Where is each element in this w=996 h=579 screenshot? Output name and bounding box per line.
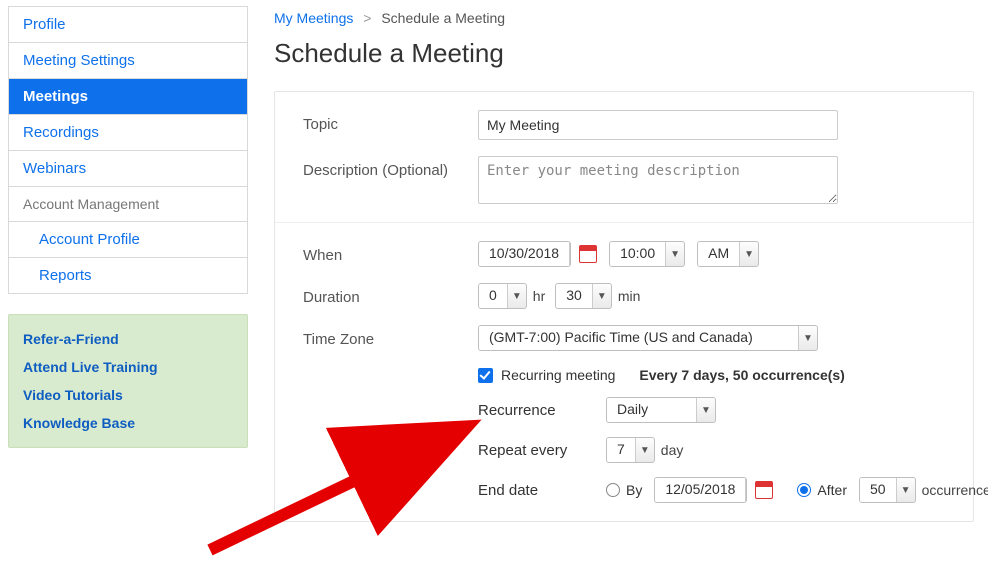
sidebar-item-profile[interactable]: Profile bbox=[9, 7, 247, 43]
breadcrumb-root[interactable]: My Meetings bbox=[274, 10, 353, 26]
when-ampm-value: AM bbox=[698, 242, 740, 266]
sidebar-item-meetings[interactable]: Meetings bbox=[9, 79, 247, 115]
calendar-icon[interactable] bbox=[579, 245, 597, 263]
chevron-down-icon: ▼ bbox=[508, 284, 526, 308]
recurring-label: Recurring meeting bbox=[501, 367, 615, 383]
repeat-value-select[interactable]: 7 ▼ bbox=[606, 437, 655, 463]
enddate-label: End date bbox=[478, 482, 606, 499]
topic-input[interactable] bbox=[478, 110, 838, 140]
help-links-box: Refer-a-Friend Attend Live Training Vide… bbox=[8, 314, 248, 448]
duration-label: Duration bbox=[303, 283, 478, 306]
repeat-label: Repeat every bbox=[478, 442, 606, 459]
topic-label: Topic bbox=[303, 110, 478, 133]
calendar-icon[interactable] bbox=[755, 481, 773, 499]
hour-unit: hr bbox=[533, 288, 545, 304]
help-link-attend-live-training[interactable]: Attend Live Training bbox=[23, 359, 233, 375]
help-link-knowledge-base[interactable]: Knowledge Base bbox=[23, 415, 233, 431]
duration-min-select[interactable]: 30 ▼ bbox=[555, 283, 612, 309]
min-unit: min bbox=[618, 288, 641, 304]
sidebar-item-meeting-settings[interactable]: Meeting Settings bbox=[9, 43, 247, 79]
duration-hour-select[interactable]: 0 ▼ bbox=[478, 283, 527, 309]
description-input[interactable] bbox=[478, 156, 838, 204]
when-date-value: 10/30/2018 bbox=[479, 242, 570, 266]
timezone-value: (GMT-7:00) Pacific Time (US and Canada) bbox=[479, 326, 799, 350]
duration-min-value: 30 bbox=[556, 284, 593, 308]
when-hour-value: 10:00 bbox=[610, 242, 666, 266]
chevron-down-icon: ▼ bbox=[897, 478, 915, 502]
help-link-refer-a-friend[interactable]: Refer-a-Friend bbox=[23, 331, 233, 347]
sidebar-item-account-profile[interactable]: Account Profile bbox=[9, 222, 247, 258]
recurring-summary: Every 7 days, 50 occurrence(s) bbox=[639, 367, 844, 383]
end-after-label: After bbox=[817, 482, 847, 498]
recurrence-label: Recurrence bbox=[478, 402, 606, 419]
sidebar-nav: Profile Meeting Settings Meetings Record… bbox=[8, 6, 248, 294]
chevron-down-icon: ▼ bbox=[666, 242, 684, 266]
end-after-value-select[interactable]: 50 ▼ bbox=[859, 477, 916, 503]
chevron-down-icon: ▼ bbox=[697, 398, 715, 422]
chevron-down-icon: ▼ bbox=[740, 242, 758, 266]
end-after-unit: occurrences bbox=[922, 482, 988, 498]
duration-hour-value: 0 bbox=[479, 284, 508, 308]
recurrence-value: Daily bbox=[607, 398, 697, 422]
repeat-unit: day bbox=[661, 442, 684, 458]
schedule-form: Topic Description (Optional) When bbox=[274, 91, 974, 522]
end-by-date-select[interactable]: 12/05/2018 bbox=[654, 477, 747, 503]
repeat-value: 7 bbox=[607, 438, 636, 462]
chevron-down-icon: ▼ bbox=[593, 284, 611, 308]
end-by-radio[interactable] bbox=[606, 483, 620, 497]
chevron-down-icon: ▼ bbox=[636, 438, 654, 462]
chevron-down-icon: ▼ bbox=[799, 326, 817, 350]
end-by-label: By bbox=[626, 482, 642, 498]
sidebar-item-reports[interactable]: Reports bbox=[9, 258, 247, 294]
timezone-select[interactable]: (GMT-7:00) Pacific Time (US and Canada) … bbox=[478, 325, 818, 351]
breadcrumb: My Meetings > Schedule a Meeting bbox=[274, 10, 988, 26]
breadcrumb-current: Schedule a Meeting bbox=[381, 10, 505, 26]
sidebar-section-account-management: Account Management bbox=[9, 187, 247, 222]
breadcrumb-separator: > bbox=[363, 10, 371, 26]
when-hour-select[interactable]: 10:00 ▼ bbox=[609, 241, 685, 267]
when-ampm-select[interactable]: AM ▼ bbox=[697, 241, 759, 267]
recurring-checkbox[interactable] bbox=[478, 368, 493, 383]
timezone-label: Time Zone bbox=[303, 325, 478, 348]
recurrence-select[interactable]: Daily ▼ bbox=[606, 397, 716, 423]
end-after-radio[interactable] bbox=[797, 483, 811, 497]
sidebar-item-webinars[interactable]: Webinars bbox=[9, 151, 247, 187]
help-link-video-tutorials[interactable]: Video Tutorials bbox=[23, 387, 233, 403]
end-by-date-value: 12/05/2018 bbox=[655, 478, 746, 502]
description-label: Description (Optional) bbox=[303, 156, 478, 179]
when-date-select[interactable]: 10/30/2018 bbox=[478, 241, 571, 267]
page-title: Schedule a Meeting bbox=[274, 38, 988, 69]
when-label: When bbox=[303, 241, 478, 264]
sidebar-item-recordings[interactable]: Recordings bbox=[9, 115, 247, 151]
end-after-value: 50 bbox=[860, 478, 897, 502]
